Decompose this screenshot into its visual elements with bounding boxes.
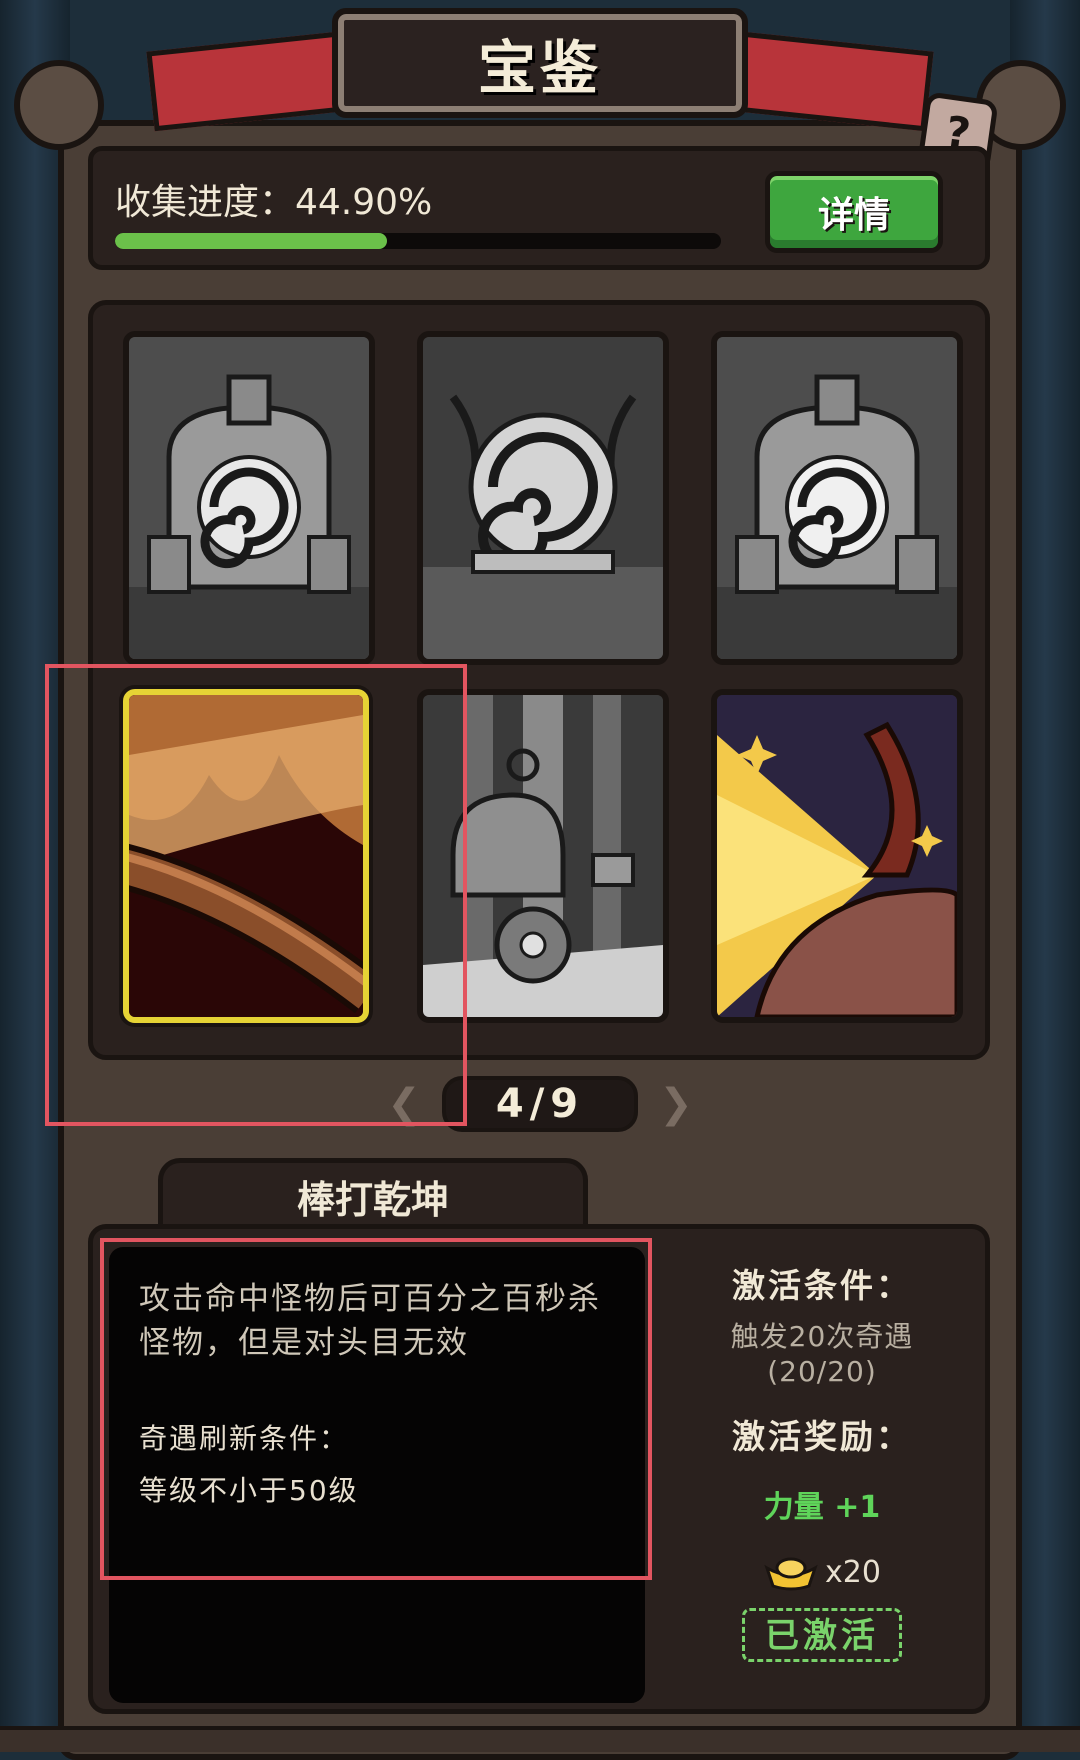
card-staff-selected[interactable] bbox=[123, 689, 369, 1023]
reward-stat: 力量 +1 bbox=[763, 1490, 881, 1525]
scroll-curl-left bbox=[14, 60, 104, 150]
activation-condition-progress: (20/20) bbox=[767, 1355, 877, 1388]
activation-condition-title: 激活条件： bbox=[732, 1266, 912, 1305]
reaching-hand-icon bbox=[717, 695, 957, 1017]
collection-progress-panel: 收集进度：44.90% 详情 bbox=[88, 146, 990, 270]
vortex-orb-icon bbox=[423, 337, 663, 659]
card-portal-1[interactable] bbox=[123, 331, 375, 665]
collection-progress-fill bbox=[115, 233, 388, 249]
pagination: ❮ 4/9 ❯ bbox=[382, 1076, 698, 1132]
card-grid-panel bbox=[88, 300, 990, 1060]
activation-condition-text: 触发20次奇遇 bbox=[730, 1320, 914, 1353]
item-name: 棒打乾坤 bbox=[296, 1178, 449, 1222]
item-name-tab: 棒打乾坤 bbox=[158, 1158, 588, 1230]
card-portal-2[interactable] bbox=[711, 331, 963, 665]
stone-portal-icon bbox=[129, 337, 369, 659]
card-helmet-coins[interactable] bbox=[417, 689, 669, 1023]
activation-reward-title: 激活奖励： bbox=[732, 1417, 912, 1456]
details-button[interactable]: 详情 bbox=[765, 171, 943, 253]
card-vortex-orb[interactable] bbox=[417, 331, 669, 665]
stone-portal-icon bbox=[717, 337, 957, 659]
item-description: 攻击命中怪物后可百分之百秒杀怪物，但是对头目无效 bbox=[139, 1281, 601, 1361]
reward-ingot-count: x20 bbox=[825, 1554, 881, 1590]
refresh-condition-title: 奇遇刷新条件： bbox=[139, 1422, 350, 1455]
page-title: 宝鉴 bbox=[477, 34, 602, 102]
item-info-panel: 攻击命中怪物后可百分之百秒杀怪物，但是对头目无效 奇遇刷新条件： 等级不小于50… bbox=[88, 1224, 990, 1714]
collection-progress-label: 收集进度：44.90% bbox=[115, 182, 433, 223]
reward-ingot-row: x20 bbox=[657, 1552, 987, 1592]
chevron-left-icon[interactable]: ❮ bbox=[382, 1082, 426, 1126]
gold-ingot-icon bbox=[764, 1557, 818, 1591]
title-plate: 宝鉴 bbox=[332, 8, 748, 118]
card-hand-light[interactable] bbox=[711, 689, 963, 1023]
chevron-right-icon[interactable]: ❯ bbox=[654, 1082, 698, 1126]
description-box: 攻击命中怪物后可百分之百秒杀怪物，但是对头目无效 奇遇刷新条件： 等级不小于50… bbox=[109, 1247, 645, 1703]
staff-icon bbox=[129, 695, 363, 1017]
bottom-edge bbox=[0, 1726, 1080, 1752]
activated-status-button[interactable]: 已激活 bbox=[742, 1608, 902, 1662]
helmet-coins-icon bbox=[423, 695, 663, 1017]
details-button-label: 详情 bbox=[817, 195, 890, 236]
refresh-condition-value: 等级不小于50级 bbox=[139, 1474, 359, 1507]
page-indicator: 4/9 bbox=[442, 1076, 638, 1132]
collection-progress-bar bbox=[115, 233, 721, 249]
activation-side: 激活条件： 触发20次奇遇 (20/20) 激活奖励： 力量 +1 x20 已激… bbox=[657, 1229, 987, 1662]
